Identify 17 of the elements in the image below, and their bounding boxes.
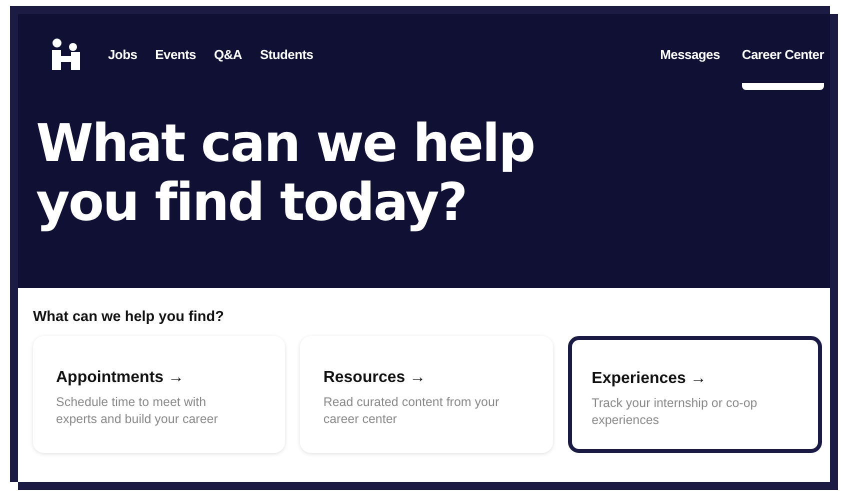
nav-link[interactable]: Career Center	[742, 47, 824, 90]
card-description: Read curated content from your career center	[323, 394, 500, 428]
card-description: Schedule time to meet with experts and build your career	[56, 394, 219, 428]
nav-link[interactable]: Students	[260, 47, 314, 90]
card-title: Appointments →	[56, 369, 185, 387]
logo-icon[interactable]	[52, 38, 80, 70]
nav-link[interactable]: Messages	[660, 47, 720, 90]
card-title: Experiences →	[592, 370, 708, 388]
option-card[interactable]: Experiences → Track your internship or co-op experiences	[568, 336, 822, 453]
card-description: Track your internship or co-op experiences	[592, 395, 758, 429]
section-heading: What can we help you find?	[33, 309, 225, 325]
nav-link[interactable]: Events	[155, 47, 196, 90]
hero-title: What can we help you find today?	[36, 115, 536, 233]
card-title: Resources →	[323, 369, 427, 387]
nav-link[interactable]: Jobs	[108, 47, 138, 90]
option-card[interactable]: Resources → Read curated content from your career center	[300, 336, 553, 453]
nav-link[interactable]: Q&A	[214, 47, 242, 90]
